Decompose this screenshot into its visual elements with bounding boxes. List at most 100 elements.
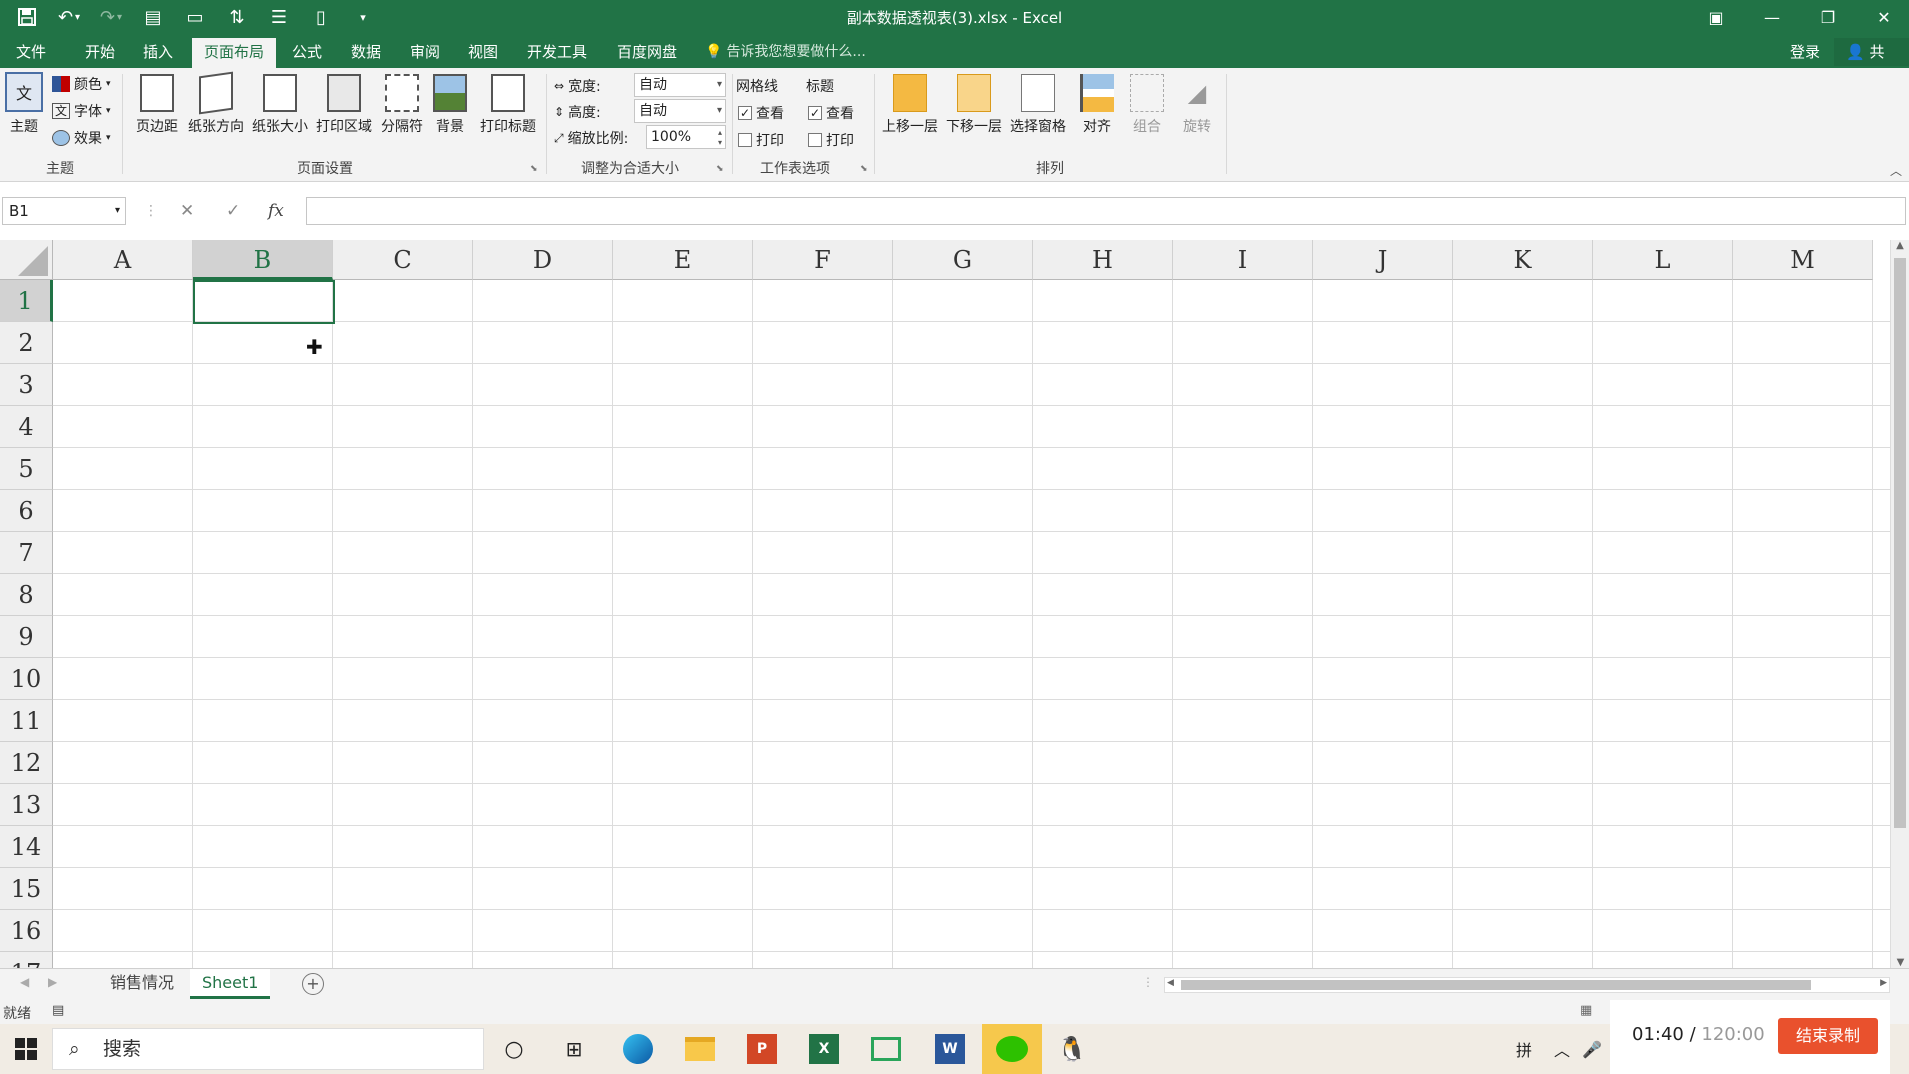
row-header-10[interactable]: 10 bbox=[0, 658, 53, 700]
theme-effects-button[interactable]: 效果 ▾ bbox=[52, 126, 111, 150]
send-backward-button[interactable]: 下移一层 bbox=[942, 74, 1006, 136]
row-header-3[interactable]: 3 bbox=[0, 364, 53, 406]
sheet-options-launcher-icon[interactable]: ⬊ bbox=[860, 164, 868, 174]
print-titles-button[interactable]: 打印标题 bbox=[474, 74, 542, 136]
print-area-button[interactable]: 打印区域 bbox=[312, 74, 376, 136]
column-header-a[interactable]: A bbox=[53, 240, 193, 280]
select-all-corner[interactable] bbox=[0, 240, 53, 280]
tab-review[interactable]: 审阅 bbox=[398, 38, 452, 68]
microphone-icon[interactable]: 🎤 bbox=[1574, 1032, 1610, 1066]
scroll-right-icon[interactable]: ▶ bbox=[1880, 978, 1887, 988]
selection-pane-button[interactable]: 选择窗格 bbox=[1006, 74, 1070, 136]
row-header-1[interactable]: 1 bbox=[0, 280, 53, 322]
gridlines-print-checkbox[interactable]: 打印 bbox=[738, 128, 784, 152]
scale-stepper[interactable]: 100% ▴ ▾ bbox=[646, 125, 726, 149]
column-header-c[interactable]: C bbox=[333, 240, 473, 280]
form-icon[interactable]: ▤ bbox=[132, 0, 174, 34]
wechat-icon[interactable] bbox=[982, 1024, 1042, 1074]
width-select[interactable]: 自动 ▾ bbox=[634, 73, 726, 97]
column-header-f[interactable]: F bbox=[753, 240, 893, 280]
tab-home[interactable]: 开始 bbox=[73, 38, 127, 68]
row-header-16[interactable]: 16 bbox=[0, 910, 53, 952]
row-header-11[interactable]: 11 bbox=[0, 700, 53, 742]
enter-icon[interactable]: ✓ bbox=[226, 197, 240, 225]
tab-split-handle[interactable]: ⋮ bbox=[1142, 975, 1154, 989]
qq-icon[interactable]: 🐧 bbox=[1054, 1032, 1090, 1066]
cortana-icon[interactable]: ○ bbox=[496, 1032, 532, 1066]
column-header-e[interactable]: E bbox=[613, 240, 753, 280]
height-select[interactable]: 自动 ▾ bbox=[634, 99, 726, 123]
word-icon[interactable]: W bbox=[932, 1032, 968, 1066]
formula-input[interactable] bbox=[306, 197, 1906, 225]
undo-icon[interactable]: ↶ ▾ bbox=[48, 0, 90, 34]
taskbar-search-input[interactable]: ⌕ 搜索 bbox=[52, 1028, 484, 1070]
scroll-thumb[interactable] bbox=[1894, 258, 1906, 828]
sheet-tab-sheet1[interactable]: Sheet1 bbox=[190, 969, 271, 999]
filter-icon[interactable]: ☰ bbox=[258, 0, 300, 34]
close-icon[interactable]: ✕ bbox=[1856, 0, 1909, 34]
row-header-17[interactable]: 17 bbox=[0, 952, 53, 968]
row-header-6[interactable]: 6 bbox=[0, 490, 53, 532]
row-header-2[interactable]: 2 bbox=[0, 322, 53, 364]
row-header-13[interactable]: 13 bbox=[0, 784, 53, 826]
tab-file[interactable]: 文件 bbox=[4, 38, 58, 68]
prev-sheet-icon[interactable]: ◀ bbox=[20, 975, 29, 989]
share-button[interactable]: 👤 共享 bbox=[1834, 38, 1909, 89]
scroll-down-icon[interactable]: ▼ bbox=[1891, 957, 1909, 968]
theme-fonts-button[interactable]: 文 字体 ▾ bbox=[52, 99, 111, 123]
orientation-button[interactable]: 纸张方向 bbox=[184, 71, 248, 136]
restore-icon[interactable]: ❐ bbox=[1800, 0, 1856, 34]
column-header-b[interactable]: B bbox=[193, 240, 333, 280]
excel-icon[interactable]: X bbox=[806, 1032, 842, 1066]
theme-colors-button[interactable]: 颜色 ▾ bbox=[52, 72, 111, 96]
column-header-m[interactable]: M bbox=[1733, 240, 1873, 280]
column-header-i[interactable]: I bbox=[1173, 240, 1313, 280]
row-header-7[interactable]: 7 bbox=[0, 532, 53, 574]
scale-launcher-icon[interactable]: ⬊ bbox=[716, 164, 724, 174]
column-header-k[interactable]: K bbox=[1453, 240, 1593, 280]
scroll-left-icon[interactable]: ◀ bbox=[1167, 978, 1174, 988]
tab-baidu-netdisk[interactable]: 百度网盘 bbox=[605, 38, 689, 68]
next-sheet-icon[interactable]: ▶ bbox=[48, 975, 57, 989]
ribbon-display-icon[interactable]: ▣ bbox=[1688, 0, 1744, 34]
row-header-5[interactable]: 5 bbox=[0, 448, 53, 490]
save-icon[interactable] bbox=[6, 0, 48, 34]
row-header-12[interactable]: 12 bbox=[0, 742, 53, 784]
sort-icon[interactable]: ⇅ bbox=[216, 0, 258, 34]
row-header-9[interactable]: 9 bbox=[0, 616, 53, 658]
worksheet-grid[interactable]: ABCDEFGHIJKLM 1234567891011121314151617 … bbox=[0, 240, 1890, 968]
add-sheet-icon[interactable]: + bbox=[302, 973, 324, 995]
size-button[interactable]: 纸张大小 bbox=[248, 74, 312, 136]
row-header-15[interactable]: 15 bbox=[0, 868, 53, 910]
gridlines-view-checkbox[interactable]: ✓ 查看 bbox=[738, 101, 784, 125]
tab-view[interactable]: 视图 bbox=[456, 38, 510, 68]
collapse-ribbon-icon[interactable]: ︿ bbox=[1890, 162, 1902, 179]
task-view-icon[interactable]: ⊞ bbox=[556, 1032, 592, 1066]
insert-function-icon[interactable]: fx bbox=[268, 197, 284, 225]
comment-icon[interactable]: ▭ bbox=[174, 0, 216, 34]
tab-formulas[interactable]: 公式 bbox=[280, 38, 334, 68]
align-button[interactable]: 对齐 bbox=[1074, 74, 1120, 136]
macro-record-icon[interactable]: ▤ bbox=[52, 1003, 64, 1018]
windows-start-icon[interactable] bbox=[8, 1032, 44, 1066]
column-header-g[interactable]: G bbox=[893, 240, 1033, 280]
breaks-button[interactable]: 分隔符 bbox=[376, 74, 428, 136]
column-header-l[interactable]: L bbox=[1593, 240, 1733, 280]
sheet-tab-sales[interactable]: 销售情况 bbox=[98, 969, 186, 999]
tab-data[interactable]: 数据 bbox=[339, 38, 393, 68]
bring-forward-button[interactable]: 上移一层 bbox=[878, 74, 942, 136]
powerpoint-icon[interactable]: P bbox=[744, 1032, 780, 1066]
vertical-scrollbar[interactable]: ▲ ▼ bbox=[1890, 240, 1909, 968]
headings-view-checkbox[interactable]: ✓ 查看 bbox=[808, 101, 854, 125]
scroll-up-icon[interactable]: ▲ bbox=[1891, 240, 1909, 251]
name-box[interactable]: B1 ▾ bbox=[2, 197, 126, 225]
active-cell-b1[interactable] bbox=[193, 280, 335, 324]
margins-button[interactable]: 页边距 bbox=[130, 74, 184, 136]
redo-icon[interactable]: ↷ ▾ bbox=[90, 0, 132, 34]
stop-recording-button[interactable]: 结束录制 bbox=[1778, 1018, 1878, 1054]
cancel-icon[interactable]: ✕ bbox=[180, 197, 194, 225]
row-header-8[interactable]: 8 bbox=[0, 574, 53, 616]
login-link[interactable]: 登录 bbox=[1790, 38, 1820, 66]
new-doc-icon[interactable]: ▯ bbox=[300, 0, 342, 34]
ime-indicator[interactable]: 拼 bbox=[1506, 1032, 1542, 1066]
